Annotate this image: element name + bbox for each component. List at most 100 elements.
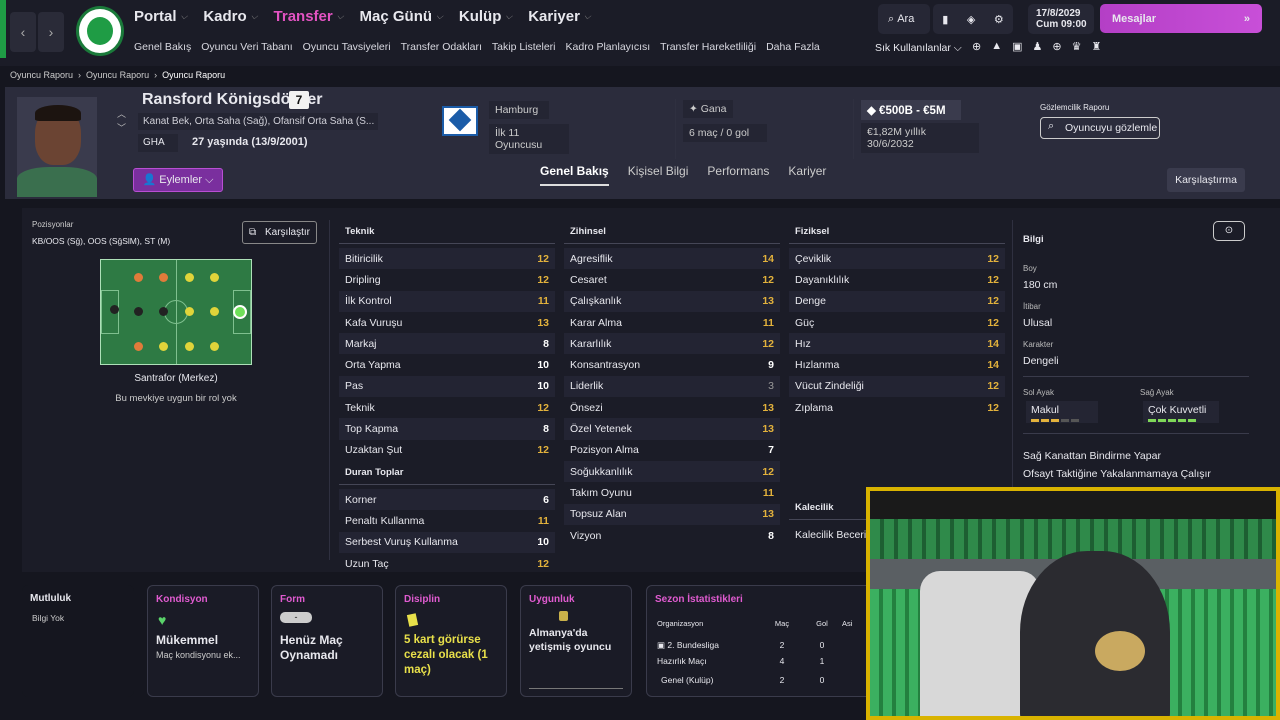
back-button[interactable]: ‹ — [10, 12, 36, 52]
tab-kisisel-bilgi[interactable]: Kişisel Bilgi — [628, 164, 689, 186]
crumb[interactable]: Oyuncu Raporu — [86, 70, 149, 80]
gear-icon[interactable]: ⚙ — [994, 13, 1004, 26]
inbox-icon[interactable]: ⊕ — [972, 40, 981, 53]
attribute-name: Kararlılık — [570, 337, 612, 350]
attribute-row[interactable]: Hızlanma 14 — [789, 354, 1005, 375]
attribute-row[interactable]: İlk Kontrol 11 — [339, 290, 555, 312]
tab-kariyer[interactable]: Kariyer — [788, 164, 826, 186]
attribute-row[interactable]: Güç 12 — [789, 312, 1005, 333]
attribute-row[interactable]: Top Kapma 8 — [339, 418, 555, 440]
attribute-row[interactable]: Konsantrasyon 9 — [564, 354, 780, 375]
attribute-row[interactable]: Kafa Vuruşu 13 — [339, 312, 555, 333]
attribute-row[interactable]: Bitiricilik 12 — [339, 248, 555, 270]
attribute-name: Orta Yapma — [345, 359, 401, 372]
nav-transfer[interactable]: Transfer ⌵ — [274, 8, 344, 25]
attribute-row[interactable]: Markaj 8 — [339, 333, 555, 355]
player-switch-arrows[interactable]: ︿ ﹀ — [117, 107, 126, 135]
subnav-item[interactable]: Transfer Odakları — [401, 41, 482, 53]
attribute-value: 12 — [987, 380, 999, 393]
tab-genel-bakis[interactable]: Genel Bakış — [540, 164, 609, 186]
tab-performans[interactable]: Performans — [707, 164, 769, 186]
attribute-row[interactable]: Çalışkanlık 13 — [564, 290, 780, 312]
attribute-row[interactable]: Cesaret 12 — [564, 269, 780, 290]
favorites-dropdown[interactable]: Sık Kullanılanlar ⌵ — [875, 42, 962, 55]
positions-compare-button[interactable]: ⧉ Karşılaştır — [242, 221, 317, 244]
shield-icon[interactable]: ◈ — [967, 13, 975, 26]
attribute-value: 8 — [768, 529, 774, 542]
subnav-item[interactable]: Daha Fazla — [766, 41, 820, 53]
attribute-value: 10 — [537, 536, 549, 549]
nav-kulup[interactable]: Kulüp ⌵ — [459, 8, 512, 25]
nav-kadro[interactable]: Kadro ⌵ — [203, 8, 257, 25]
subnav-item[interactable]: Oyuncu Veri Tabanı — [201, 41, 292, 53]
condition-card[interactable]: Kondisyon ♥ Mükemmel Maç kondisyonu ek..… — [147, 585, 259, 697]
attribute-value: 12 — [762, 273, 774, 286]
happiness-card[interactable]: Mutluluk Bilgi Yok — [22, 585, 134, 697]
bookmark-icon[interactable]: ▮ — [942, 13, 948, 26]
crumb[interactable]: Oyuncu Raporu — [10, 70, 73, 80]
attribute-row[interactable]: Takım Oyunu 11 — [564, 482, 780, 503]
attribute-row[interactable]: Agresiflik 14 — [564, 248, 780, 270]
attribute-row[interactable]: Denge 12 — [789, 290, 1005, 312]
discipline-card[interactable]: Disiplin 5 kart görürse cezalı olacak (1… — [395, 585, 507, 697]
people-icon[interactable]: ♟ — [1033, 40, 1043, 53]
news-icon[interactable]: ⊕ — [1052, 40, 1061, 53]
attribute-row[interactable]: Korner 6 — [339, 488, 555, 511]
form-card[interactable]: Form - Henüz Maç Oynamadı — [271, 585, 383, 697]
attribute-value: 11 — [762, 316, 774, 329]
attribute-row[interactable]: Önsezi 13 — [564, 397, 780, 418]
subnav-item[interactable]: Transfer Hareketliliği — [660, 41, 756, 53]
staff-icon[interactable]: ♜ — [1091, 40, 1101, 53]
eligibility-card[interactable]: Uygunluk Almanya'da yetişmiş oyuncu — [520, 585, 632, 697]
national-team[interactable]: ✦ Gana — [683, 100, 733, 118]
subnav-item[interactable]: Genel Bakış — [134, 41, 191, 53]
attribute-row[interactable]: Karar Alma 11 — [564, 312, 780, 333]
attribute-row[interactable]: Liderlik 3 — [564, 375, 780, 398]
messages-label: Mesajlar — [1112, 12, 1157, 25]
attribute-row[interactable]: Çeviklik 12 — [789, 248, 1005, 270]
clipboard-icon[interactable]: ▣ — [1012, 40, 1022, 53]
attribute-row[interactable]: Topsuz Alan 13 — [564, 503, 780, 525]
season-stats-card[interactable]: Sezon İstatistikleri Organizasyon Maç Gol A… — [646, 585, 876, 697]
attribute-row[interactable]: Uzaktan Şut 12 — [339, 440, 555, 461]
date-box[interactable]: 17/8/2029 Cum 09:00 — [1028, 4, 1094, 34]
attribute-row[interactable]: Pas 10 — [339, 375, 555, 398]
discipline-value: 5 kart görürse cezalı olacak (1 maç) — [404, 634, 488, 676]
positions-value: KB/OOS (Sğ), OOS (SğSlM), ST (M) — [32, 236, 171, 246]
attribute-row[interactable]: Zıplama 12 — [789, 397, 1005, 418]
subnav-item[interactable]: Takip Listeleri — [492, 41, 556, 53]
club-name[interactable]: Hamburg — [489, 101, 549, 119]
club-logo[interactable] — [76, 6, 124, 56]
attribute-row[interactable]: Vizyon 8 — [564, 525, 780, 546]
info-filter-button[interactable]: ⊙ — [1213, 221, 1245, 241]
compare-button[interactable]: Karşılaştırma — [1167, 168, 1245, 192]
search-button[interactable]: ⌕ Ara — [878, 4, 930, 34]
scout-player-button[interactable]: Oyuncuyu gözlemle — [1040, 117, 1160, 139]
subnav-item[interactable]: Kadro Planlayıcısı — [566, 41, 651, 53]
nav-portal[interactable]: Portal ⌵ — [134, 8, 187, 25]
shirt-icon[interactable]: ▲ — [991, 40, 1002, 53]
attribute-row[interactable]: Dripling 12 — [339, 269, 555, 290]
attribute-row[interactable]: Dayanıklılık 12 — [789, 269, 1005, 290]
attribute-row[interactable]: Uzun Taç 12 — [339, 553, 555, 574]
attribute-row[interactable]: Orta Yapma 10 — [339, 354, 555, 375]
nav-mac-gunu[interactable]: Maç Günü ⌵ — [360, 8, 443, 25]
nav-kariyer[interactable]: Kariyer ⌵ — [528, 8, 591, 25]
attribute-row[interactable]: Teknik 12 — [339, 397, 555, 418]
messages-button[interactable]: Mesajlar » — [1100, 4, 1262, 33]
attribute-row[interactable]: Serbest Vuruş Kullanma 10 — [339, 531, 555, 553]
attribute-row[interactable]: Özel Yetenek 13 — [564, 418, 780, 440]
trophy-icon[interactable]: ♛ — [1072, 40, 1082, 53]
attribute-row[interactable]: Hız 14 — [789, 333, 1005, 355]
actions-button[interactable]: 👤 Eylemler ⌵ — [133, 168, 223, 192]
attribute-row[interactable]: Kararlılık 12 — [564, 333, 780, 355]
attribute-row[interactable]: Vücut Zindeliği 12 — [789, 375, 1005, 398]
trait-2: Ofsayt Taktiğine Yakalanmamaya Çalışır — [1023, 468, 1211, 480]
club-crest[interactable] — [442, 106, 478, 136]
position-pitch[interactable] — [100, 259, 252, 365]
forward-button[interactable]: › — [38, 12, 64, 52]
attribute-row[interactable]: Pozisyon Alma 7 — [564, 440, 780, 461]
attribute-row[interactable]: Penaltı Kullanma 11 — [339, 510, 555, 531]
attribute-row[interactable]: Soğukkanlılık 12 — [564, 460, 780, 483]
subnav-item[interactable]: Oyuncu Tavsiyeleri — [303, 41, 391, 53]
